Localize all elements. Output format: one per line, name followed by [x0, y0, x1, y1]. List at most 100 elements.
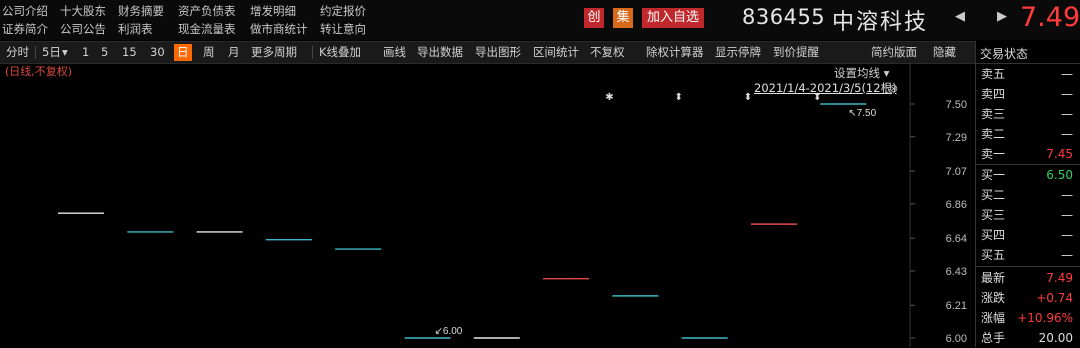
low-annotation: ↙6.00 — [435, 326, 463, 337]
orderbook-panel: 交易状态 卖五 — 卖四 — 卖三 — 卖二 — 卖一 7.45 买一 6.50 买二 — 买三 — 买四 — 买五… — [976, 41, 1080, 347]
stat-label: 最新 — [981, 271, 1006, 285]
chevron-down-icon[interactable]: ▾ — [62, 44, 68, 61]
stat-row[interactable]: 涨跌 +0.74 — [981, 289, 1077, 308]
link-company-intro[interactable]: 公司介绍 — [2, 3, 48, 19]
y-tick-label: 6.00 — [946, 333, 967, 345]
divider — [976, 63, 1080, 64]
export-data-button[interactable]: 导出数据 — [417, 44, 463, 61]
kline-overlay-button[interactable]: K线叠加 — [319, 44, 361, 61]
last-price: 7.49 — [1020, 2, 1080, 33]
ask-row[interactable]: 卖二 — — [981, 125, 1077, 144]
ji-badge[interactable]: 集 — [613, 8, 633, 28]
ask-row[interactable]: 卖五 — — [981, 65, 1077, 84]
y-tick-label: 7.50 — [946, 99, 967, 111]
ask-label: 卖一 — [981, 147, 1006, 161]
bid-label: 买三 — [981, 208, 1006, 222]
link-income-statement[interactable]: 利润表 — [118, 21, 153, 37]
kline-chart[interactable]: 7.50 7.29 7.07 6.86 6.64 6.43 6.21 6.00 ✱ ⬍ ⬍ ⬍ ↖7.5… — [0, 62, 975, 347]
bid-row[interactable]: 买五 — — [981, 246, 1077, 265]
ex-rights-calc-button[interactable]: 除权计算器 — [646, 44, 704, 61]
header-bar: 公司介绍 十大股东 财务摘要 资产负债表 增发明细 约定报价 证券简介 公司公告… — [0, 0, 1080, 40]
bid-value: — — [1061, 228, 1073, 242]
bid-value: — — [1061, 248, 1073, 262]
y-tick-label: 7.07 — [946, 166, 967, 178]
link-market-maker-stats[interactable]: 做市商统计 — [250, 21, 308, 37]
ask-value: — — [1061, 67, 1073, 81]
link-cashflow[interactable]: 现金流量表 — [178, 21, 236, 37]
no-adjust-button[interactable]: 不复权 — [590, 44, 625, 61]
stat-value: 20.00 — [1038, 331, 1073, 345]
show-suspension-button[interactable]: 显示停牌 — [715, 44, 761, 61]
next-stock-icon[interactable]: ▶ — [997, 9, 1007, 24]
tab-intraday[interactable]: 分时 — [6, 44, 29, 61]
ask-value: 7.45 — [1046, 147, 1073, 161]
prev-stock-icon[interactable]: ◀ — [955, 9, 965, 24]
bid-value: — — [1061, 188, 1073, 202]
tab-more-periods[interactable]: 更多周期 — [251, 44, 297, 61]
tab-1min[interactable]: 1 — [82, 44, 89, 61]
link-balance-sheet[interactable]: 资产负债表 — [178, 3, 236, 19]
stat-label: 涨跌 — [981, 291, 1006, 305]
export-graph-button[interactable]: 导出图形 — [475, 44, 521, 61]
bid-row[interactable]: 买一 6.50 — [981, 166, 1077, 185]
bid-row[interactable]: 买三 — — [981, 206, 1077, 225]
event-marker: ⬍ — [744, 92, 752, 103]
link-security-intro[interactable]: 证券简介 — [2, 21, 48, 37]
stat-value: +10.96% — [1017, 311, 1073, 325]
stock-name: 中溶科技 — [832, 10, 929, 35]
link-issue-details[interactable]: 增发明细 — [250, 3, 296, 19]
link-top-shareholders[interactable]: 十大股东 — [60, 3, 106, 19]
y-tick-label: 6.64 — [946, 233, 967, 245]
tab-30min[interactable]: 30 — [150, 44, 165, 61]
bid-label: 买一 — [981, 168, 1006, 182]
bid-value: 6.50 — [1046, 168, 1073, 182]
link-transfer-intent[interactable]: 转让意向 — [320, 21, 366, 37]
ask-row[interactable]: 卖一 7.45 — [981, 145, 1077, 164]
stat-label: 涨幅 — [981, 311, 1006, 325]
stat-value: +0.74 — [1036, 291, 1073, 305]
stat-row[interactable]: 最新 7.49 — [981, 269, 1077, 288]
ask-row[interactable]: 卖四 — — [981, 85, 1077, 104]
simple-layout-button[interactable]: 简约版面 — [871, 44, 917, 61]
trading-status-title: 交易状态 — [980, 47, 1029, 61]
bid-label: 买五 — [981, 248, 1006, 262]
stat-label: 总手 — [981, 331, 1006, 345]
draw-line-button[interactable]: 画线 — [383, 44, 406, 61]
hide-button[interactable]: 隐藏 — [933, 44, 956, 61]
y-tick-label: 6.21 — [946, 300, 967, 312]
ask-label: 卖二 — [981, 127, 1006, 141]
event-marker: ⬍ — [675, 92, 683, 103]
stock-code: 836455 — [742, 5, 826, 29]
range-stats-button[interactable]: 区间统计 — [533, 44, 579, 61]
tab-week[interactable]: 周 — [203, 44, 215, 61]
ask-value: — — [1061, 107, 1073, 121]
toolbar-divider — [312, 46, 313, 59]
ask-row[interactable]: 卖三 — — [981, 105, 1077, 124]
event-marker: ✱ — [605, 92, 613, 103]
toolbar-divider — [35, 46, 36, 59]
ask-value: — — [1061, 127, 1073, 141]
link-financial-summary[interactable]: 财务摘要 — [118, 3, 164, 19]
add-watchlist-button[interactable]: 加入自选 — [642, 8, 704, 28]
link-announcements[interactable]: 公司公告 — [60, 21, 106, 37]
ask-value: — — [1061, 87, 1073, 101]
tab-15min[interactable]: 15 — [122, 44, 137, 61]
ask-label: 卖五 — [981, 67, 1006, 81]
bid-row[interactable]: 买二 — — [981, 186, 1077, 205]
tab-5day[interactable]: 5日 — [42, 44, 61, 61]
divider — [976, 266, 1080, 267]
stat-row[interactable]: 涨幅 +10.96% — [981, 309, 1077, 328]
event-marker: ⬍ — [813, 92, 821, 103]
stat-row[interactable]: 总手 20.00 — [981, 329, 1077, 348]
ask-label: 卖四 — [981, 87, 1006, 101]
bid-value: — — [1061, 208, 1073, 222]
y-tick-label: 6.43 — [946, 266, 967, 278]
high-annotation: ↖7.50 — [848, 108, 876, 119]
tab-day[interactable]: 日 — [174, 44, 192, 61]
bid-row[interactable]: 买四 — — [981, 226, 1077, 245]
tab-5min[interactable]: 5 — [101, 44, 108, 61]
chuang-badge[interactable]: 创 — [584, 8, 604, 28]
link-agreed-quote[interactable]: 约定报价 — [320, 3, 366, 19]
tab-month[interactable]: 月 — [228, 44, 240, 61]
price-alert-button[interactable]: 到价提醒 — [773, 44, 819, 61]
